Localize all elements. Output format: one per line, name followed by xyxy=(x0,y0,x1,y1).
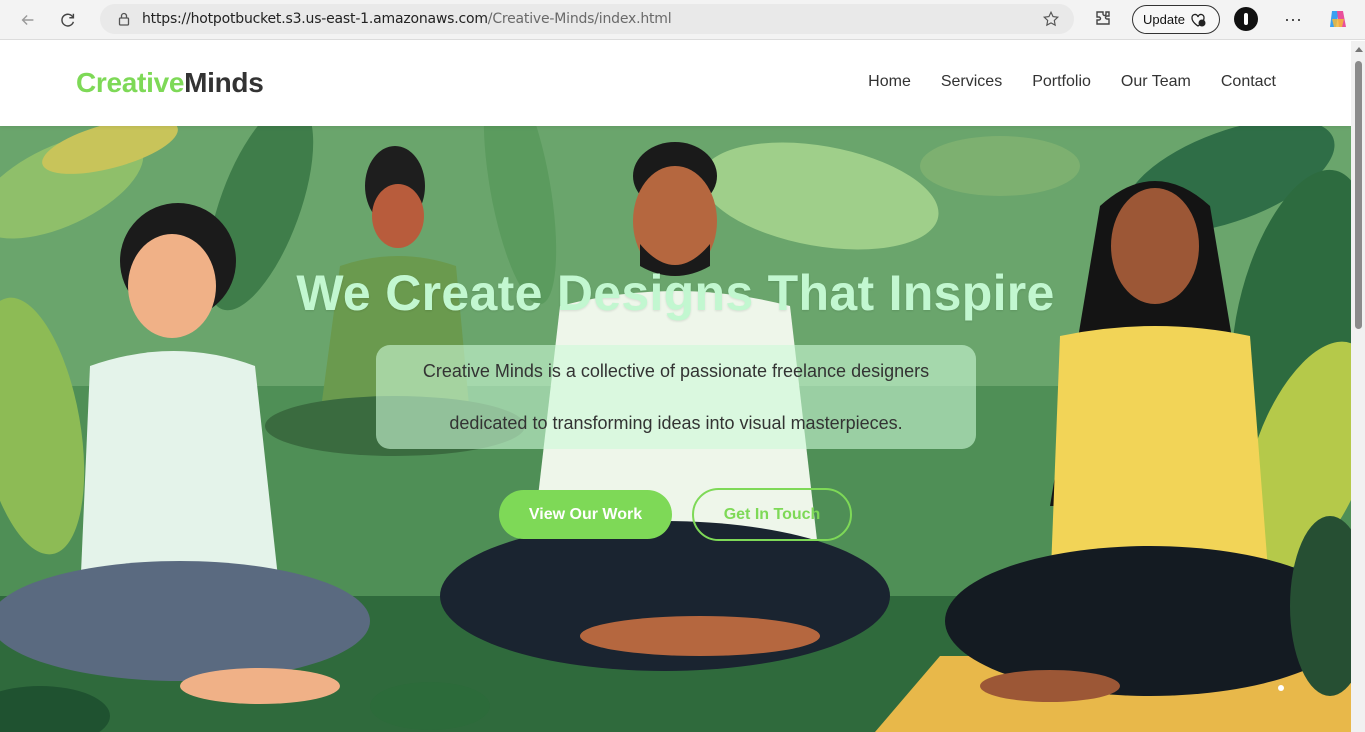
site-logo[interactable]: CreativeMinds xyxy=(76,67,264,99)
slide-indicator-dot[interactable] xyxy=(1278,685,1284,691)
logo-first-word: Creative xyxy=(76,67,185,98)
nav-portfolio[interactable]: Portfolio xyxy=(1032,73,1091,91)
update-label: Update xyxy=(1143,12,1185,27)
extensions-icon[interactable] xyxy=(1092,8,1114,30)
lock-icon[interactable] xyxy=(116,11,132,27)
reload-icon[interactable] xyxy=(52,4,84,36)
more-icon[interactable]: ··· xyxy=(1280,6,1306,32)
web-page: CreativeMinds Home Services Portfolio Ou… xyxy=(0,41,1351,732)
copilot-icon[interactable] xyxy=(1326,7,1350,31)
url-text: https://hotpotbucket.s3.us-east-1.amazon… xyxy=(142,11,672,27)
logo-second-word: Minds xyxy=(184,67,264,98)
back-arrow-icon[interactable] xyxy=(12,4,44,36)
page-scrollbar[interactable] xyxy=(1351,41,1365,732)
update-icon xyxy=(1191,13,1206,27)
view-our-work-button[interactable]: View Our Work xyxy=(499,490,672,539)
site-header: CreativeMinds Home Services Portfolio Ou… xyxy=(0,41,1351,126)
hero-description-line-2: dedicated to transforming ideas into vis… xyxy=(449,413,903,433)
profile-icon[interactable] xyxy=(1234,7,1258,31)
get-in-touch-button[interactable]: Get In Touch xyxy=(692,488,852,541)
update-button[interactable]: Update xyxy=(1132,5,1220,34)
scroll-up-arrow-icon[interactable] xyxy=(1355,47,1363,52)
hero-section: We Create Designs That Inspire Creative … xyxy=(0,126,1351,732)
hero-description: Creative Minds is a collective of passio… xyxy=(376,345,976,449)
hero-description-line-1: Creative Minds is a collective of passio… xyxy=(422,361,930,381)
nav-services[interactable]: Services xyxy=(941,73,1002,91)
address-bar[interactable]: https://hotpotbucket.s3.us-east-1.amazon… xyxy=(100,4,1074,34)
nav-home[interactable]: Home xyxy=(868,73,911,91)
browser-toolbar: https://hotpotbucket.s3.us-east-1.amazon… xyxy=(0,0,1365,40)
nav-our-team[interactable]: Our Team xyxy=(1121,73,1191,91)
nav-contact[interactable]: Contact xyxy=(1221,73,1276,91)
hero-title: We Create Designs That Inspire xyxy=(296,265,1055,321)
main-nav: Home Services Portfolio Our Team Contact xyxy=(868,73,1276,91)
scroll-thumb[interactable] xyxy=(1355,61,1362,329)
star-icon[interactable] xyxy=(1042,10,1060,28)
